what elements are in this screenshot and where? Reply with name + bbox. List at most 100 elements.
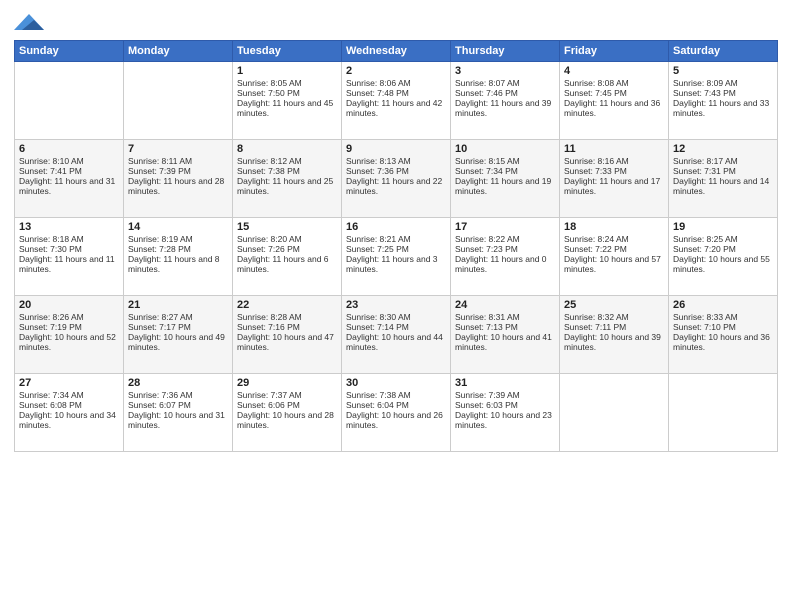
day-number: 10 [455,143,555,155]
sunset-text: Sunset: 7:25 PM [346,244,446,254]
calendar-cell: 7Sunrise: 8:11 AMSunset: 7:39 PMDaylight… [124,140,233,218]
daylight-text: Daylight: 10 hours and 31 minutes. [128,410,228,430]
week-row-1: 1Sunrise: 8:05 AMSunset: 7:50 PMDaylight… [15,62,778,140]
day-number: 20 [19,299,119,311]
sunrise-text: Sunrise: 7:39 AM [455,390,555,400]
daylight-text: Daylight: 10 hours and 57 minutes. [564,254,664,274]
calendar-cell: 13Sunrise: 8:18 AMSunset: 7:30 PMDayligh… [15,218,124,296]
day-number: 6 [19,143,119,155]
sunrise-text: Sunrise: 8:26 AM [19,312,119,322]
sunrise-text: Sunrise: 8:18 AM [19,234,119,244]
sunset-text: Sunset: 7:16 PM [237,322,337,332]
calendar-cell: 16Sunrise: 8:21 AMSunset: 7:25 PMDayligh… [342,218,451,296]
week-row-4: 20Sunrise: 8:26 AMSunset: 7:19 PMDayligh… [15,296,778,374]
sunset-text: Sunset: 7:26 PM [237,244,337,254]
sunrise-text: Sunrise: 8:17 AM [673,156,773,166]
daylight-text: Daylight: 10 hours and 39 minutes. [564,332,664,352]
calendar-cell [15,62,124,140]
day-number: 25 [564,299,664,311]
calendar-cell: 26Sunrise: 8:33 AMSunset: 7:10 PMDayligh… [669,296,778,374]
sunrise-text: Sunrise: 8:22 AM [455,234,555,244]
sunset-text: Sunset: 7:23 PM [455,244,555,254]
daylight-text: Daylight: 10 hours and 44 minutes. [346,332,446,352]
calendar-cell: 18Sunrise: 8:24 AMSunset: 7:22 PMDayligh… [560,218,669,296]
calendar-cell: 31Sunrise: 7:39 AMSunset: 6:03 PMDayligh… [451,374,560,452]
day-number: 21 [128,299,228,311]
day-number: 12 [673,143,773,155]
calendar-cell [124,62,233,140]
sunrise-text: Sunrise: 8:33 AM [673,312,773,322]
sunset-text: Sunset: 7:33 PM [564,166,664,176]
calendar-cell: 21Sunrise: 8:27 AMSunset: 7:17 PMDayligh… [124,296,233,374]
daylight-text: Daylight: 10 hours and 52 minutes. [19,332,119,352]
daylight-text: Daylight: 11 hours and 31 minutes. [19,176,119,196]
calendar-cell: 25Sunrise: 8:32 AMSunset: 7:11 PMDayligh… [560,296,669,374]
calendar-cell: 27Sunrise: 7:34 AMSunset: 6:08 PMDayligh… [15,374,124,452]
day-number: 30 [346,377,446,389]
calendar-cell: 6Sunrise: 8:10 AMSunset: 7:41 PMDaylight… [15,140,124,218]
sunrise-text: Sunrise: 8:16 AM [564,156,664,166]
sunrise-text: Sunrise: 8:27 AM [128,312,228,322]
weekday-header-wednesday: Wednesday [342,41,451,62]
sunset-text: Sunset: 6:04 PM [346,400,446,410]
logo [14,10,48,34]
sunset-text: Sunset: 6:03 PM [455,400,555,410]
daylight-text: Daylight: 10 hours and 28 minutes. [237,410,337,430]
sunrise-text: Sunrise: 8:25 AM [673,234,773,244]
daylight-text: Daylight: 10 hours and 47 minutes. [237,332,337,352]
calendar-cell: 5Sunrise: 8:09 AMSunset: 7:43 PMDaylight… [669,62,778,140]
daylight-text: Daylight: 11 hours and 8 minutes. [128,254,228,274]
sunrise-text: Sunrise: 8:21 AM [346,234,446,244]
daylight-text: Daylight: 10 hours and 49 minutes. [128,332,228,352]
day-number: 5 [673,65,773,77]
daylight-text: Daylight: 10 hours and 55 minutes. [673,254,773,274]
sunset-text: Sunset: 6:07 PM [128,400,228,410]
calendar-cell: 24Sunrise: 8:31 AMSunset: 7:13 PMDayligh… [451,296,560,374]
day-number: 17 [455,221,555,233]
header [14,10,778,34]
sunset-text: Sunset: 7:10 PM [673,322,773,332]
daylight-text: Daylight: 10 hours and 26 minutes. [346,410,446,430]
calendar-cell: 29Sunrise: 7:37 AMSunset: 6:06 PMDayligh… [233,374,342,452]
daylight-text: Daylight: 11 hours and 14 minutes. [673,176,773,196]
daylight-text: Daylight: 11 hours and 28 minutes. [128,176,228,196]
calendar-cell: 14Sunrise: 8:19 AMSunset: 7:28 PMDayligh… [124,218,233,296]
calendar-cell: 28Sunrise: 7:36 AMSunset: 6:07 PMDayligh… [124,374,233,452]
day-number: 14 [128,221,228,233]
daylight-text: Daylight: 10 hours and 34 minutes. [19,410,119,430]
sunset-text: Sunset: 7:36 PM [346,166,446,176]
sunset-text: Sunset: 7:30 PM [19,244,119,254]
calendar-cell: 22Sunrise: 8:28 AMSunset: 7:16 PMDayligh… [233,296,342,374]
day-number: 18 [564,221,664,233]
sunset-text: Sunset: 7:38 PM [237,166,337,176]
calendar-cell: 10Sunrise: 8:15 AMSunset: 7:34 PMDayligh… [451,140,560,218]
day-number: 9 [346,143,446,155]
calendar-cell: 23Sunrise: 8:30 AMSunset: 7:14 PMDayligh… [342,296,451,374]
daylight-text: Daylight: 11 hours and 6 minutes. [237,254,337,274]
sunrise-text: Sunrise: 8:08 AM [564,78,664,88]
sunrise-text: Sunrise: 8:32 AM [564,312,664,322]
sunset-text: Sunset: 7:48 PM [346,88,446,98]
daylight-text: Daylight: 11 hours and 36 minutes. [564,98,664,118]
sunset-text: Sunset: 7:11 PM [564,322,664,332]
daylight-text: Daylight: 10 hours and 23 minutes. [455,410,555,430]
sunset-text: Sunset: 7:46 PM [455,88,555,98]
sunset-text: Sunset: 7:45 PM [564,88,664,98]
day-number: 22 [237,299,337,311]
day-number: 13 [19,221,119,233]
sunrise-text: Sunrise: 8:13 AM [346,156,446,166]
daylight-text: Daylight: 11 hours and 39 minutes. [455,98,555,118]
sunrise-text: Sunrise: 8:07 AM [455,78,555,88]
sunrise-text: Sunrise: 8:09 AM [673,78,773,88]
calendar-cell [669,374,778,452]
day-number: 4 [564,65,664,77]
calendar-cell: 1Sunrise: 8:05 AMSunset: 7:50 PMDaylight… [233,62,342,140]
sunrise-text: Sunrise: 7:34 AM [19,390,119,400]
calendar-table: SundayMondayTuesdayWednesdayThursdayFrid… [14,40,778,452]
calendar-cell [560,374,669,452]
sunrise-text: Sunrise: 8:24 AM [564,234,664,244]
day-number: 3 [455,65,555,77]
calendar-cell: 12Sunrise: 8:17 AMSunset: 7:31 PMDayligh… [669,140,778,218]
daylight-text: Daylight: 11 hours and 22 minutes. [346,176,446,196]
day-number: 1 [237,65,337,77]
